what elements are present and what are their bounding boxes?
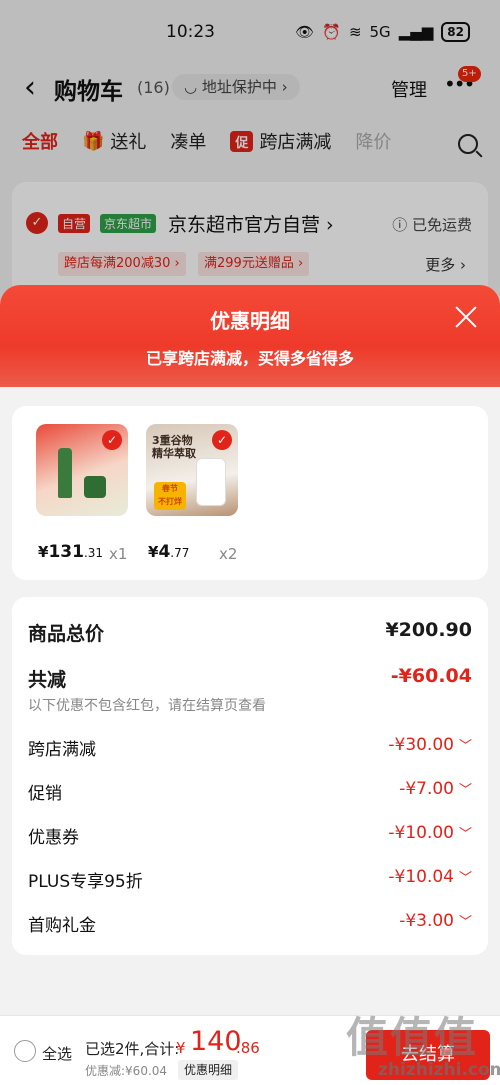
- discount-detail-sheet: 优惠明细 已享跨店满减，买得多省得多 ✓ 3重谷物 精华萃取 春节 不打烊 ✓ …: [0, 285, 500, 1015]
- discount-label: 优惠券: [28, 828, 79, 848]
- total-discount-value: -¥60.04: [390, 665, 472, 687]
- discount-row-cross-store[interactable]: 跨店满减 -¥30.00 ﹀: [28, 735, 472, 761]
- watermark: 值值值: [346, 1013, 479, 1062]
- check-icon: ✓: [102, 430, 122, 450]
- discount-value: -¥3.00: [399, 911, 454, 931]
- discount-row-coupon[interactable]: 优惠券 -¥10.00 ﹀: [28, 823, 472, 849]
- product-thumbnail: ✓: [36, 424, 128, 516]
- price-integer: 131: [48, 542, 84, 562]
- close-icon[interactable]: [452, 303, 480, 331]
- sheet-subtitle: 已享跨店满减，买得多省得多: [145, 349, 354, 368]
- chevron-down-icon: ﹀: [458, 871, 472, 886]
- saved-amount: 优惠减:¥60.04: [85, 1064, 168, 1078]
- discount-note: 以下优惠不包含红包，请在结算页查看: [28, 698, 266, 714]
- price-decimal: .31: [83, 546, 104, 560]
- box-graphic: [84, 476, 106, 498]
- chevron-down-icon: ﹀: [458, 915, 472, 930]
- price-integer: 4: [158, 542, 171, 562]
- product-price: ¥ 4 .77: [148, 542, 189, 562]
- sum-decimal: .86: [236, 1039, 260, 1057]
- promo-sticker: 春节 不打烊: [154, 482, 186, 510]
- jar-graphic: [196, 458, 226, 506]
- total-discount-label: 共减: [28, 669, 67, 691]
- chevron-down-icon: ﹀: [458, 739, 472, 754]
- discount-row-plus[interactable]: PLUS专享95折 -¥10.04 ﹀: [28, 867, 472, 893]
- discount-value: -¥30.00: [388, 735, 454, 755]
- sum-currency: ¥: [176, 1039, 186, 1057]
- total-price-label: 商品总价: [28, 623, 105, 645]
- discount-label: PLUS专享95折: [28, 872, 143, 892]
- select-all-checkbox[interactable]: [14, 1040, 36, 1062]
- discount-label: 首购礼金: [28, 916, 96, 936]
- check-icon: ✓: [212, 430, 232, 450]
- sheet-header: 优惠明细 已享跨店满减，买得多省得多: [0, 285, 500, 387]
- product-quantity: x2: [219, 545, 238, 563]
- discount-detail-toggle[interactable]: 优惠明细: [178, 1060, 239, 1080]
- discount-label: 跨店满减: [28, 740, 96, 760]
- price-decimal: .77: [170, 546, 190, 560]
- total-price-value: ¥200.90: [385, 619, 472, 641]
- discount-value: -¥10.00: [388, 823, 454, 843]
- product-thumb-text: 3重谷物 精华萃取: [152, 434, 196, 460]
- product-item[interactable]: ✓: [36, 424, 130, 516]
- discount-value: -¥7.00: [399, 779, 454, 799]
- product-thumbnail: 3重谷物 精华萃取 春节 不打烊 ✓: [146, 424, 238, 516]
- product-quantity: x1: [109, 545, 128, 563]
- chevron-down-icon: ﹀: [458, 827, 472, 842]
- select-all-label[interactable]: 全选: [42, 1043, 72, 1064]
- discount-row-promotion[interactable]: 促销 -¥7.00 ﹀: [28, 779, 472, 805]
- selected-summary: 已选2件,合计:: [85, 1040, 180, 1058]
- chevron-down-icon: ﹀: [458, 783, 472, 798]
- product-item[interactable]: 3重谷物 精华萃取 春节 不打烊 ✓: [146, 424, 240, 516]
- product-price: ¥ 131 .31: [38, 542, 103, 562]
- sheet-title: 优惠明细: [210, 309, 290, 333]
- sum-integer: 140: [190, 1026, 242, 1057]
- watermark-url: zhizhizhi.com: [378, 1060, 500, 1080]
- selected-products-card: ✓ 3重谷物 精华萃取 春节 不打烊 ✓ ¥ 131 .31 x1 ¥ 4 .7…: [12, 406, 488, 580]
- price-breakdown-card: 商品总价 ¥200.90 共减 -¥60.04 以下优惠不包含红包，请在结算页查…: [12, 597, 488, 955]
- currency-symbol: ¥: [38, 543, 49, 561]
- bottle-graphic: [58, 448, 72, 498]
- discount-value: -¥10.04: [388, 867, 454, 887]
- discount-row-first-purchase[interactable]: 首购礼金 -¥3.00 ﹀: [28, 911, 472, 937]
- currency-symbol: ¥: [148, 543, 159, 561]
- discount-label: 促销: [28, 784, 62, 804]
